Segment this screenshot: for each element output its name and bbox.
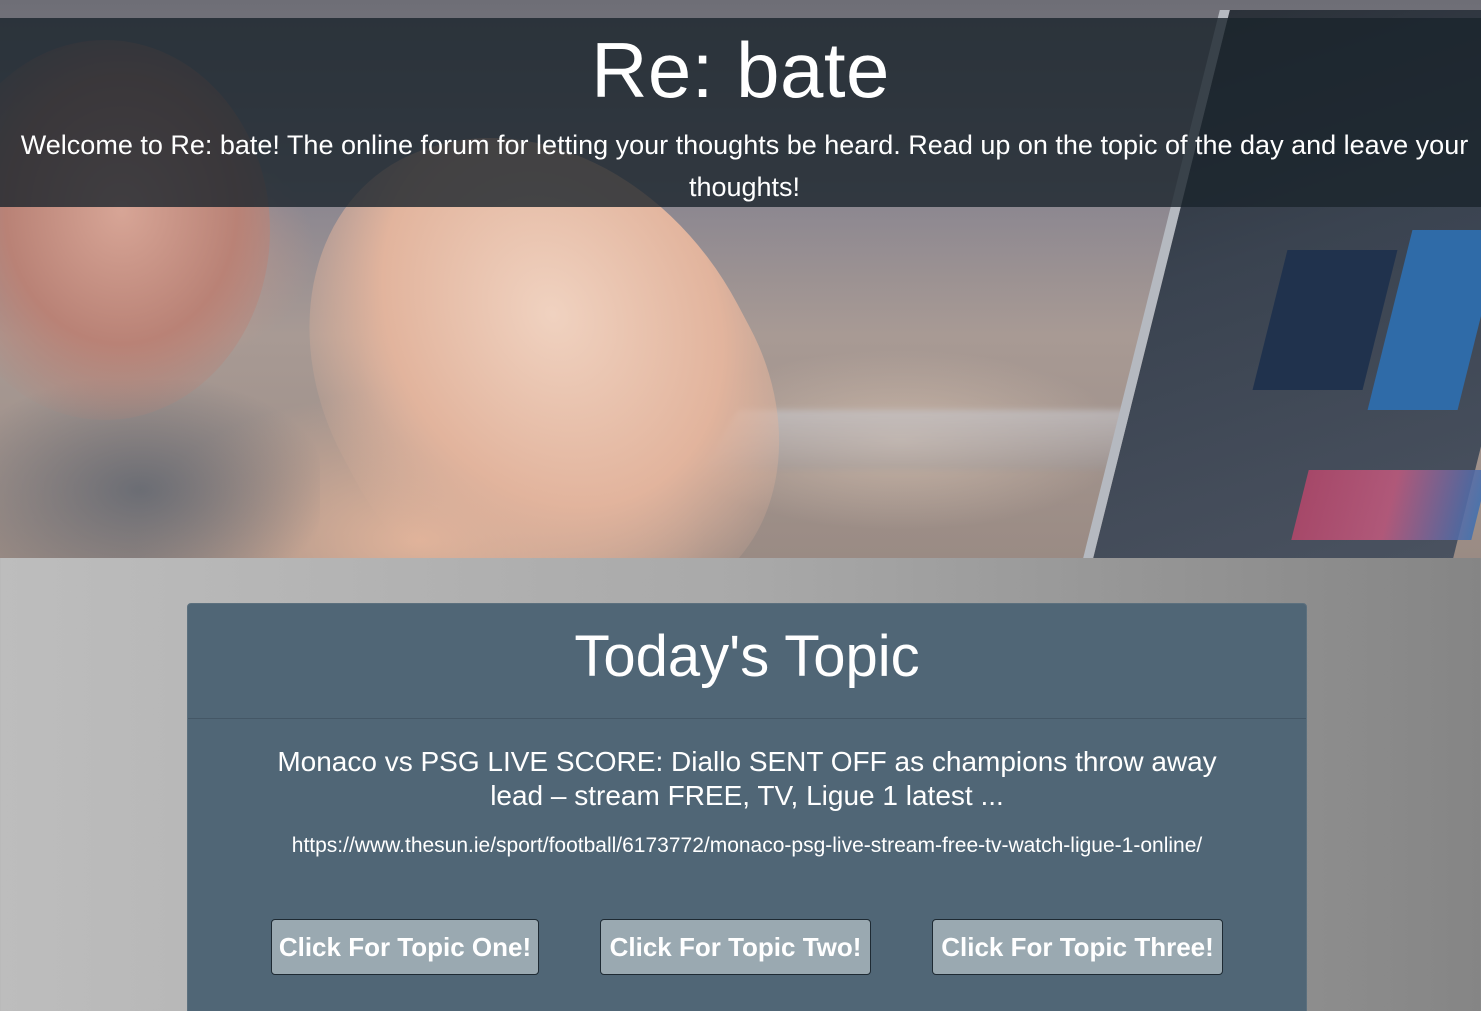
- topic-headline: Monaco vs PSG LIVE SCORE: Diallo SENT OF…: [277, 746, 1217, 811]
- welcome-text: Welcome to Re: bate! The online forum fo…: [20, 130, 1469, 202]
- header-banner: Re: bate Welcome to Re: bate! The online…: [0, 18, 1481, 207]
- hero-section: Re: bate Welcome to Re: bate! The online…: [0, 0, 1481, 558]
- topic-card: Today's Topic Monaco vs PSG LIVE SCORE: …: [187, 603, 1307, 1011]
- topic-two-button[interactable]: Click For Topic Two!: [600, 919, 871, 975]
- topic-url: https://www.thesun.ie/sport/football/617…: [291, 834, 1203, 857]
- topic-card-header: Today's Topic: [188, 604, 1306, 719]
- hero-photo-screen-strip: [1291, 470, 1481, 540]
- site-title: Re: bate: [591, 26, 890, 114]
- topic-button-group: Click For Topic One! Click For Topic Two…: [188, 919, 1306, 977]
- topic-heading: Today's Topic: [574, 624, 920, 689]
- topic-three-button[interactable]: Click For Topic Three!: [932, 919, 1223, 975]
- topic-one-button[interactable]: Click For Topic One!: [271, 919, 539, 975]
